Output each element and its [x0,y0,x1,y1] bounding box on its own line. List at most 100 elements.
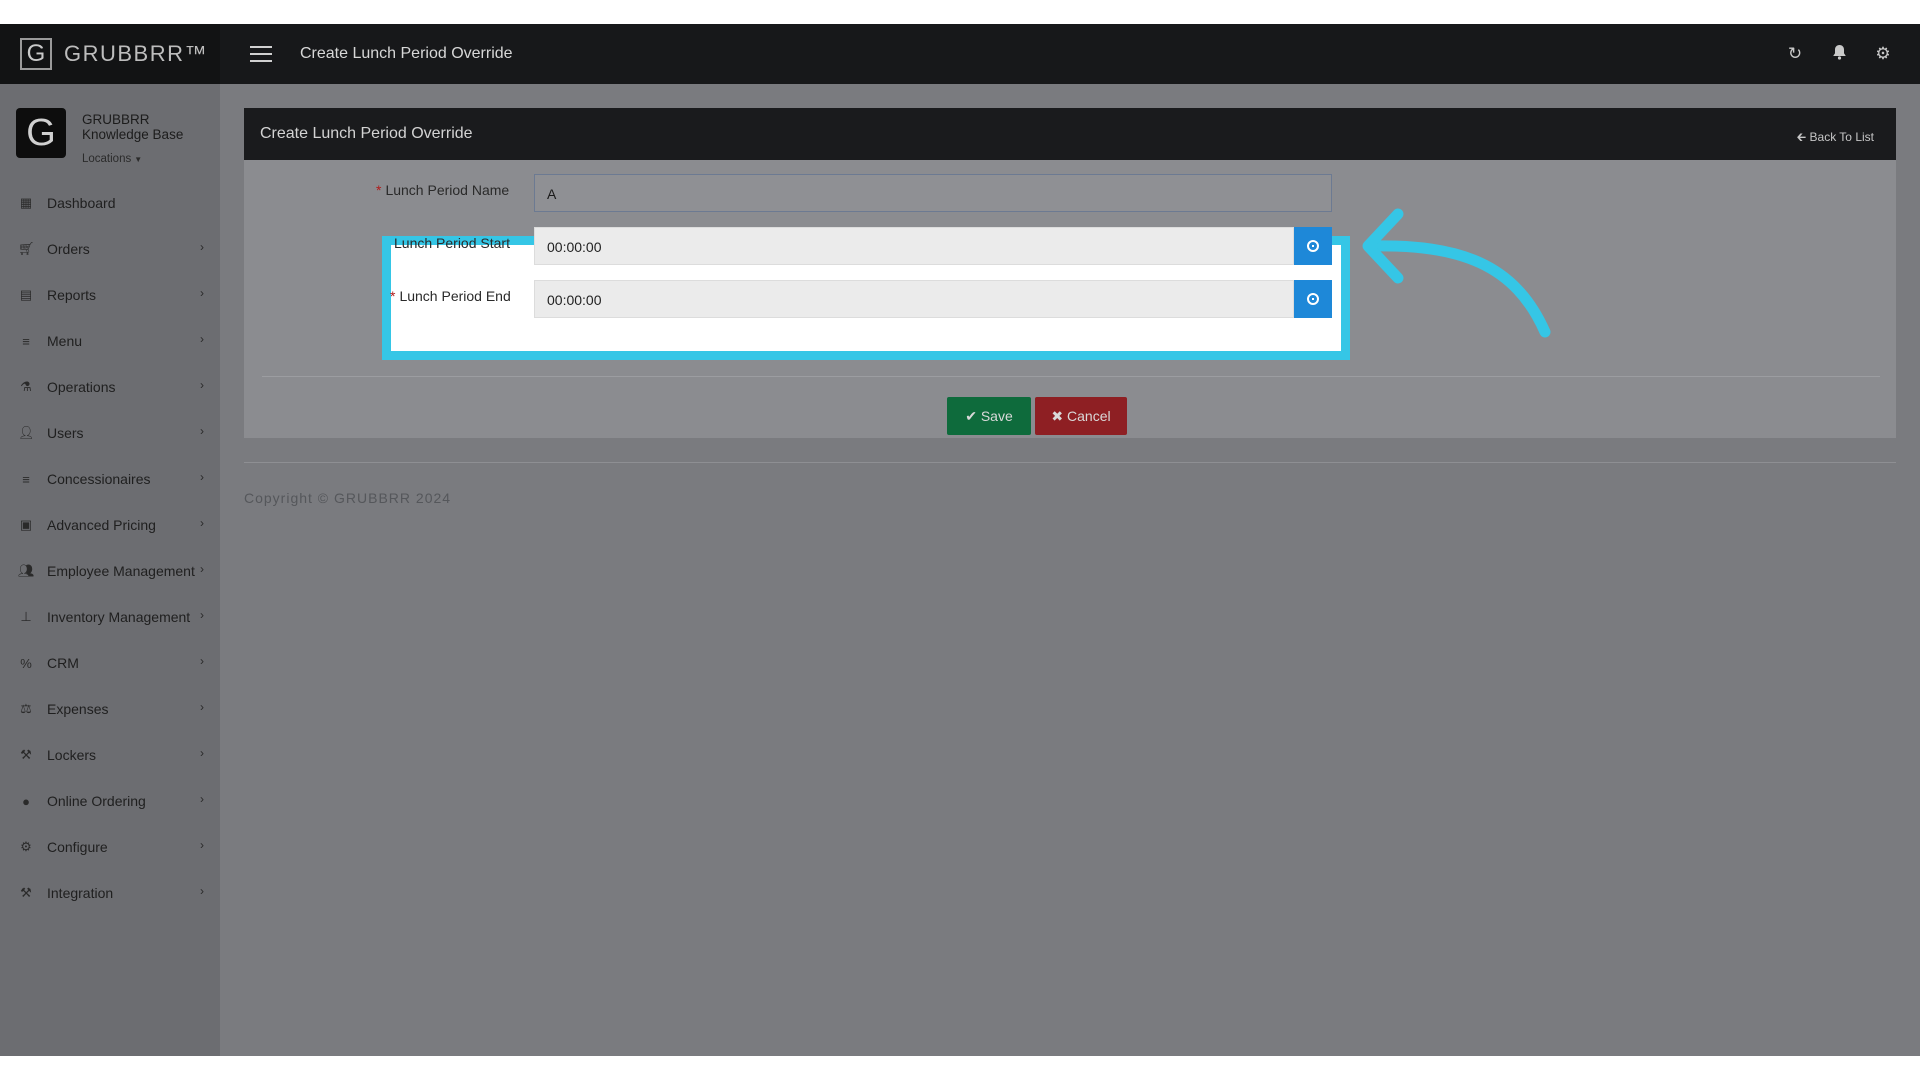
gear-icon: ⚙ [20,839,32,854]
chevron-right-icon: › [200,332,204,346]
sitemap-icon: ⊥ [20,609,32,624]
brand-logo[interactable]: G GRUBBRR™ [0,24,220,84]
callout-arrow-icon [1362,208,1551,338]
sidebar-item-label: CRM [47,655,79,671]
sidebar-item-label: Integration [47,885,114,901]
clock-icon [1307,240,1319,252]
sidebar-item-advanced-pricing[interactable]: ▣ Advanced Pricing › [0,502,220,548]
chevron-right-icon: › [200,792,204,806]
footer-divider [244,462,1896,463]
dashboard-icon: ▦ [19,195,33,210]
org-name: GRUBBRR Knowledge Base [82,112,184,142]
back-to-list-label: Back To List [1809,130,1874,144]
chevron-right-icon: › [200,378,204,392]
locations-label: Locations [82,153,132,165]
chevron-right-icon: › [200,516,204,530]
required-marker: * [376,182,382,198]
sidebar-item-label: Inventory Management [47,609,191,625]
report-icon: ▤ [19,287,33,302]
chevron-right-icon: › [200,746,204,760]
sidebar-item-dashboard[interactable]: ▦ Dashboard [0,180,220,226]
app-window: G GRUBBRR™ Create Lunch Period Override … [0,24,1920,1056]
sidebar-item-inventory-management[interactable]: ⊥ Inventory Management › [0,594,220,640]
sidebar-item-label: Menu [47,333,83,349]
lunch-period-end-label: * Lunch Period End [390,288,511,304]
required-marker: * [390,288,396,304]
save-label: Save [980,408,1013,424]
sidebar-item-crm[interactable]: % CRM › [0,640,220,686]
copyright-text: Copyright © GRUBBRR 2024 [244,490,452,506]
sidebar-item-lockers[interactable]: ⚒ Lockers › [0,732,220,778]
locations-dropdown[interactable]: Locations ▼ [82,153,142,165]
sidebar-item-label: Lockers [47,747,97,763]
panel-title: Create Lunch Period Override [260,125,473,142]
panel-header: Create Lunch Period Override 🡰 Back To L… [244,108,1896,160]
caret-down-icon: ▼ [134,155,143,164]
sidebar-item-label: Employee Management [47,563,195,579]
chevron-right-icon: › [200,240,204,254]
lunch-period-start-input[interactable]: 00:00:00 [534,227,1294,265]
users-icon: 👥︎ [18,563,35,578]
sidebar-item-integration[interactable]: ⚒ Integration › [0,870,220,916]
tools-icon: ⚒ [20,747,32,762]
sidebar-item-orders[interactable]: 🛒︎ Orders › [0,226,220,272]
sidebar-item-label: Operations [47,379,116,395]
sidebar-item-operations[interactable]: ⚗ Operations › [0,364,220,410]
tools-icon: ⚒ [20,885,32,900]
globe-icon: ● [22,793,30,809]
sidebar-item-label: Concessionaires [47,471,151,487]
save-button[interactable]: ✔ Save [947,397,1031,435]
lunch-period-end-input[interactable]: 00:00:00 [534,280,1294,318]
sidebar-item-label: Dashboard [47,195,116,211]
clock-icon [1307,293,1319,305]
avatar: G [16,108,66,158]
sidebar-item-configure[interactable]: ⚙ Configure › [0,824,220,870]
top-actions: ↻ ⚙ [1786,24,1892,84]
bell-icon[interactable] [1830,44,1848,65]
percent-icon: % [20,655,32,671]
sidebar-item-menu[interactable]: ≡ Menu › [0,318,220,364]
lunch-period-end-label-text: Lunch Period End [399,288,511,304]
logo-mark: G [20,38,52,70]
sidebar-item-label: Advanced Pricing [47,517,156,533]
chevron-right-icon: › [200,700,204,714]
start-time-picker-button[interactable] [1294,227,1332,265]
sidebar-item-users[interactable]: 👤︎ Users › [0,410,220,456]
sidebar-nav: ▦ Dashboard 🛒︎ Orders › ▤ Reports › ≡ Menu › ⚗ O… [0,180,220,916]
sidebar-item-label: Reports [47,287,97,303]
chevron-right-icon: › [200,562,204,576]
list-icon: ≡ [22,333,30,349]
sidebar-item-label: Online Ordering [47,793,146,809]
page-title: Create Lunch Period Override [300,45,513,62]
chevron-right-icon: › [200,654,204,668]
gear-icon[interactable]: ⚙ [1874,44,1892,64]
sidebar: G GRUBBRR Knowledge Base Locations ▼ ▦ Das… [0,84,220,1056]
chevron-right-icon: › [200,838,204,852]
cancel-label: Cancel [1067,408,1111,424]
top-bar: Create Lunch Period Override ↻ ⚙ [220,24,1920,84]
list-icon: ≡ [22,471,30,487]
sidebar-item-label: Configure [47,839,108,855]
sidebar-item-reports[interactable]: ▤ Reports › [0,272,220,318]
lunch-period-name-input[interactable]: A [534,174,1332,212]
arrow-left-icon: 🡰 [1796,130,1810,144]
balance-icon: ⚖ [20,701,32,716]
sidebar-item-concessionaires[interactable]: ≡ Concessionaires › [0,456,220,502]
cancel-button[interactable]: ✖ Cancel [1035,397,1127,435]
flask-icon: ⚗ [20,379,32,394]
sidebar-item-online-ordering[interactable]: ● Online Ordering › [0,778,220,824]
profile-block: G GRUBBRR Knowledge Base Locations ▼ [0,84,220,180]
refresh-icon[interactable]: ↻ [1786,44,1804,64]
close-icon: ✖ [1051,407,1068,424]
cart-icon: 🛒︎ [18,241,35,256]
chevron-right-icon: › [200,424,204,438]
end-time-picker-button[interactable] [1294,280,1332,318]
sidebar-item-expenses[interactable]: ⚖ Expenses › [0,686,220,732]
chevron-right-icon: › [200,286,204,300]
form-divider [262,376,1880,377]
sidebar-item-label: Users [47,425,84,441]
check-icon: ✔ [965,407,981,424]
back-to-list-link[interactable]: 🡰 Back To List [1796,128,1874,149]
hamburger-menu-icon[interactable] [250,46,272,62]
sidebar-item-employee-management[interactable]: 👥︎ Employee Management › [0,548,220,594]
